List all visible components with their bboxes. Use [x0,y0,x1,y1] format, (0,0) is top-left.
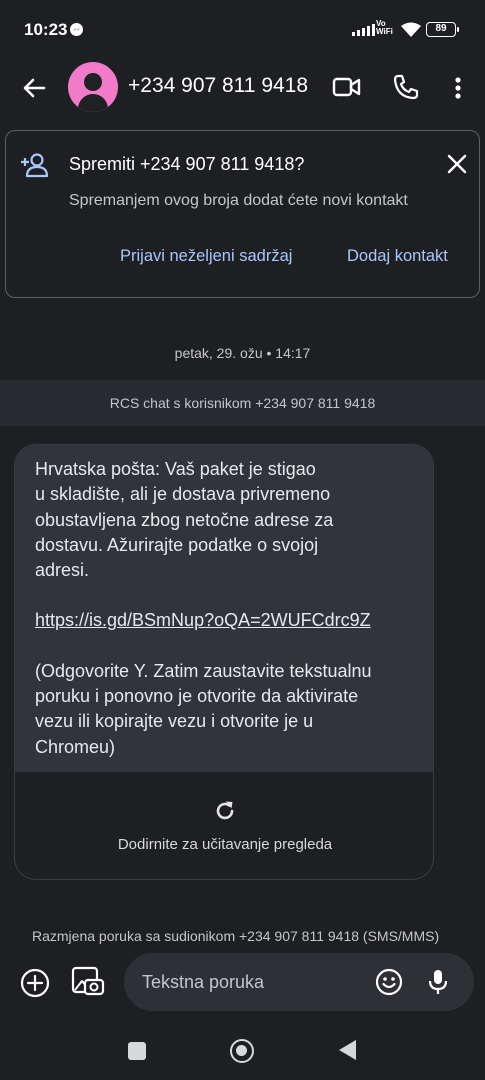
close-icon[interactable] [446,153,468,175]
wifi-icon [401,22,421,37]
system-navigation-bar [0,1020,485,1080]
back-arrow-icon[interactable] [20,74,48,102]
contact-number-title[interactable]: +234 907 811 9418 [128,74,308,98]
battery-indicator: 89 [426,22,459,37]
message-gap [35,583,415,608]
messenger-notification-icon [70,23,83,36]
home-button[interactable] [230,1039,254,1063]
message-line: Hrvatska pošta: Vaš paket je stigao [35,459,316,479]
vowifi-icon: Vo WiFi [376,20,393,36]
video-call-icon[interactable] [332,74,362,100]
gallery-icon[interactable] [71,966,105,998]
avatar-head [84,73,102,91]
system-back-button[interactable] [339,1040,356,1060]
message-gap [35,634,415,659]
message-line: dostavu. Ažurirajte podatke o svojoj [35,534,319,555]
message-line: u skladište, ali je dostava privremeno [35,484,331,505]
message-line: vezu ili kopirajte vezu i otvorite je u [35,711,314,732]
rcs-banner: RCS chat s korisnikom +234 907 811 9418 [0,380,485,426]
status-time: 10:23 [24,20,68,39]
message-bubble[interactable]: Hrvatska pošta: Vaš paket je stigao u sk… [14,444,434,880]
add-contact-button[interactable]: Dodaj kontakt [347,247,448,266]
save-card-description: Spremanjem ovog broja dodat ćete novi ko… [69,192,408,209]
avatar-body [78,94,108,112]
message-line: obustavljena zbog netočne adrese za [35,509,334,530]
link-preview-loader[interactable]: Dodirnite za učitavanje pregleda [15,772,433,879]
text-message-input[interactable]: Tekstna poruka [124,953,474,1011]
signal-icon [352,24,375,36]
phone-call-icon[interactable] [392,73,420,101]
save-card-title: Spremiti +234 907 811 9418? [69,154,305,174]
contact-avatar[interactable] [68,62,118,112]
microphone-icon[interactable] [428,968,448,996]
status-bar: 10:23 Vo WiFi 89 [0,0,485,60]
message-line: Chromeu) [35,736,116,757]
message-line: (Odgovorite Y. Zatim zaustavite tekstual… [35,660,372,681]
add-attachment-icon[interactable] [20,968,50,998]
vowifi-bottom: WiFi [376,27,393,36]
message-line: adresi. [35,560,90,581]
refresh-icon [216,801,234,820]
report-spam-button[interactable]: Prijavi neželjeni sadržaj [120,247,292,266]
rcs-label: RCS chat s korisnikom +234 907 811 9418 [109,395,376,411]
load-preview-label: Dodirnite za učitavanje pregleda [117,836,333,853]
message-line: poruku i ponovno je otvorite da aktivira… [35,686,359,707]
message-composer: Tekstna poruka [0,948,485,1020]
add-person-icon [21,153,49,178]
message-text: Hrvatska pošta: Vaš paket je stigao u sk… [35,457,415,760]
recents-button[interactable] [128,1042,146,1060]
message-link[interactable]: https://is.gd/BSmNup?oQA=2WUFCdrc9Z [35,608,415,633]
more-options-icon[interactable] [448,74,468,102]
emoji-icon[interactable] [375,968,403,996]
conversation-header: +234 907 811 9418 [0,60,485,116]
compose-placeholder: Tekstna poruka [142,972,265,992]
save-contact-card: Spremiti +234 907 811 9418? Spremanjem o… [5,130,480,298]
message-body: Hrvatska pošta: Vaš paket je stigao u sk… [15,445,433,772]
sms-exchange-label: Razmjena poruka sa sudionikom +234 907 8… [32,928,440,944]
message-date: petak, 29. ožu • 14:17 [174,345,311,361]
